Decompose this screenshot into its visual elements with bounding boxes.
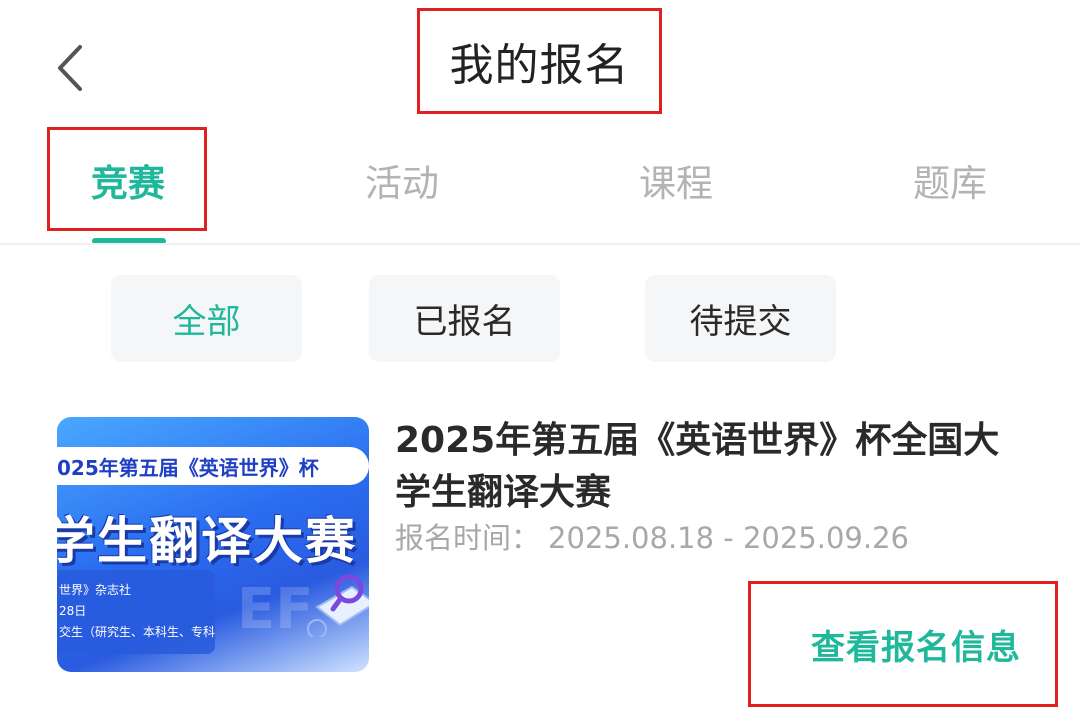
tab-course[interactable]: 课程 [596,130,756,230]
tab-activity[interactable]: 活动 [322,130,482,230]
page-title-container: 我的报名 [417,8,662,114]
page-title: 我的报名 [449,40,630,91]
back-button[interactable] [44,40,94,96]
filter-all-chip[interactable]: 全部 [111,275,302,362]
my-registrations-page: 我的报名 竞赛 活动 课程 题库 全部 已报名 待提交 025年第五届《英语世界… [0,0,1080,715]
registration-period-label: 报名时间： [395,521,541,555]
tab-competition[interactable]: 竞赛 [48,130,208,230]
poster-info-line: 交生（研究生、本科生、专科生） [59,625,215,639]
poster-decoration-letters: EF [237,577,314,642]
registration-period-value: 2025.08.18 - 2025.09.26 [548,521,910,555]
tab-question-bank[interactable]: 题库 [870,130,1030,230]
poster-headline: 学生翻译大赛 [57,512,357,570]
tabs-divider [0,243,1080,245]
filter-pending-chip[interactable]: 待提交 [645,275,836,362]
poster-banner-text: 025年第五届《英语世界》杯 [57,447,369,485]
chevron-left-icon [58,45,82,91]
magnifier-graphic-icon [307,574,369,637]
category-tabs: 竞赛 活动 课程 题库 [0,127,1080,245]
registration-period: 报名时间： 2025.08.18 - 2025.09.26 [395,515,909,557]
filter-registered-chip[interactable]: 已报名 [369,275,560,362]
view-registration-highlight: 查看报名信息 [748,581,1058,707]
competition-title[interactable]: 2025年第五届《英语世界》杯全国大学生翻译大赛 [395,415,1035,519]
competition-poster-image[interactable]: 025年第五届《英语世界》杯 学生翻译大赛 EF 世界》杂志社 28日 交生（研… [57,417,369,672]
poster-info-line: 28日 [59,604,87,618]
poster-info-panel: 世界》杂志社 28日 交生（研究生、本科生、专科生） [57,570,215,654]
view-registration-info-button[interactable]: 查看报名信息 [811,620,1021,669]
poster-info-line: 世界》杂志社 [59,583,132,597]
